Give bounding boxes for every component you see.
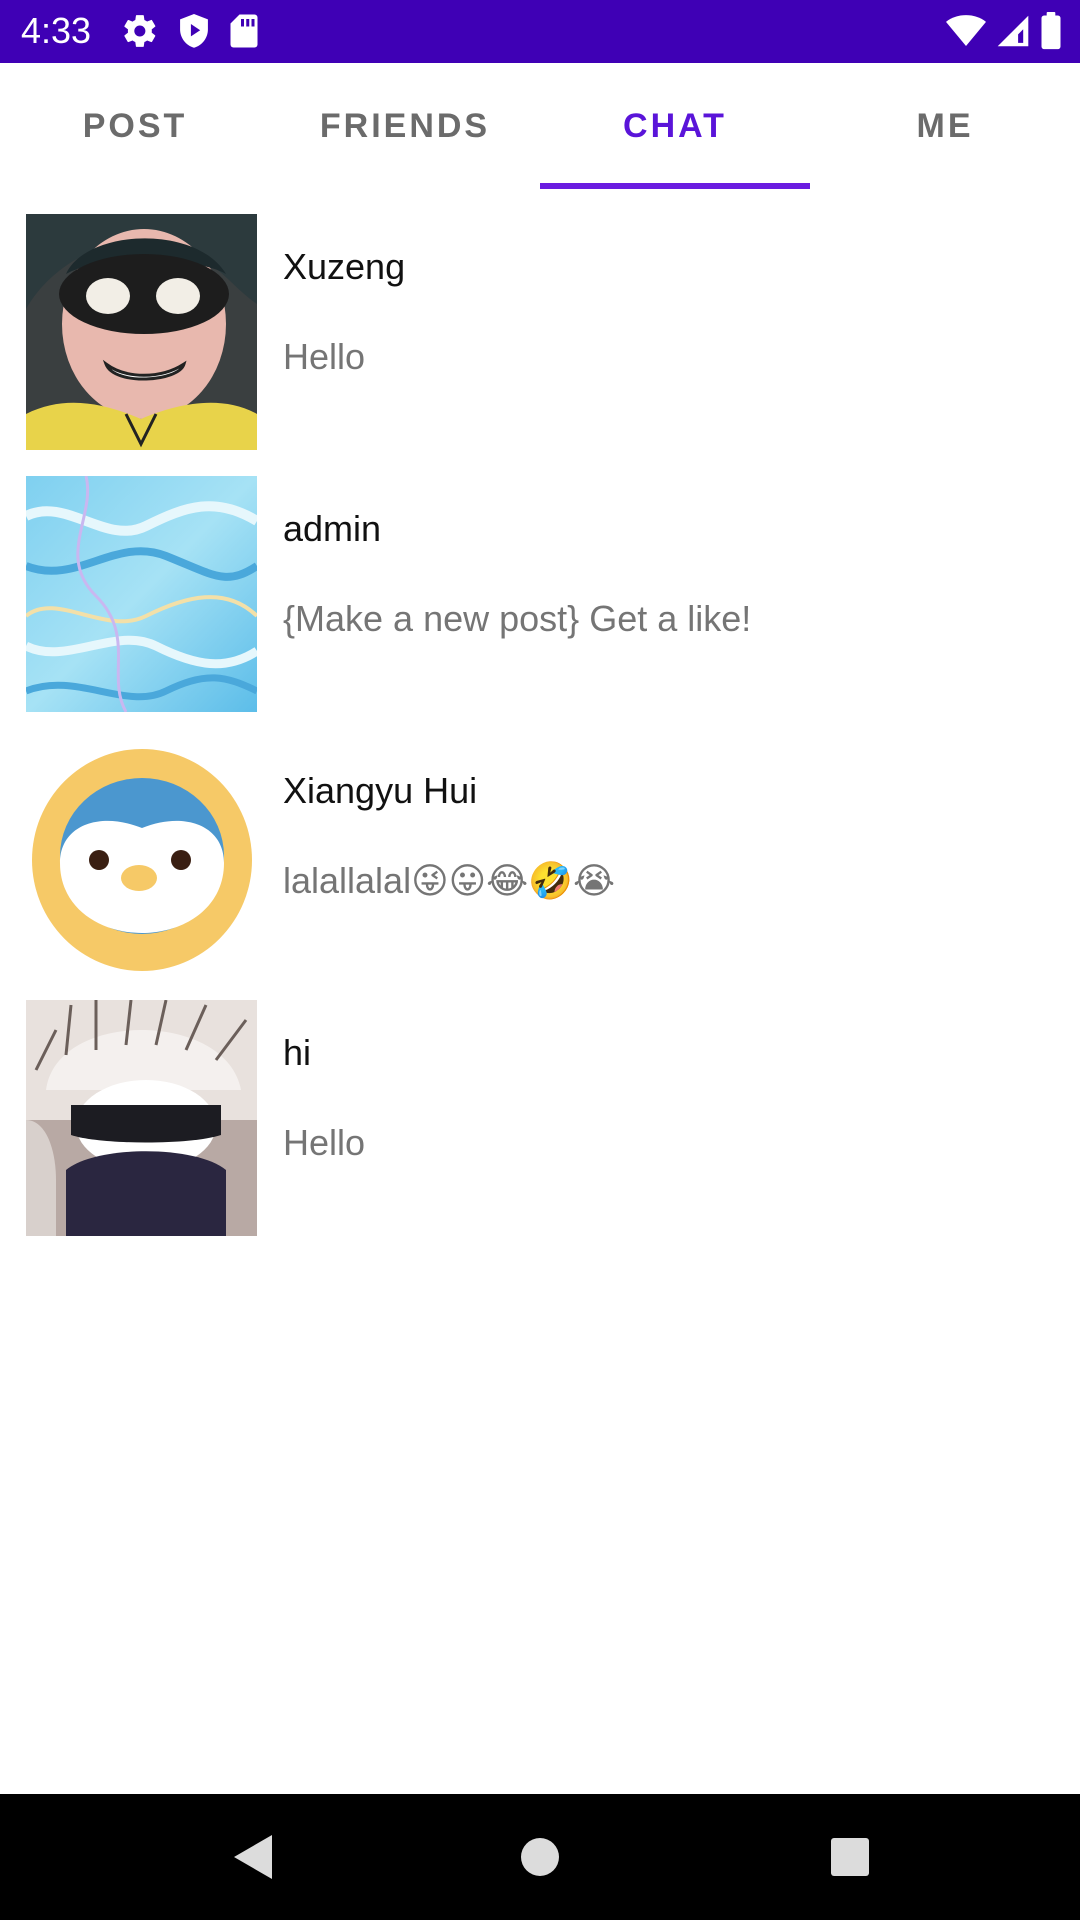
home-icon[interactable] xyxy=(507,1824,573,1890)
status-bar: 4:33 xyxy=(0,0,1080,63)
status-time: 4:33 xyxy=(21,10,92,51)
chat-last-message: lalallalal😜😛😂🤣😭 xyxy=(283,860,616,901)
chat-list-item[interactable]: admin {Make a new post} Get a like! xyxy=(0,474,1080,736)
screen: 4:33 POST FRIENDS CHAT ME Xuzeng Hello a… xyxy=(0,0,1080,1920)
penguin-avatar xyxy=(26,738,257,974)
tab-post-label: POST xyxy=(82,106,188,145)
chat-name: Xuzeng xyxy=(283,246,406,287)
navigation-bar xyxy=(0,1794,1080,1920)
chat-list: Xuzeng Hello admin {Make a new post} Get… xyxy=(0,212,1080,1260)
chat-last-message: Hello xyxy=(283,336,366,377)
chat-last-message: Hello xyxy=(283,1122,366,1163)
status-left-icons xyxy=(121,12,259,50)
cat-sunglasses-avatar xyxy=(26,1000,257,1236)
recents-icon[interactable] xyxy=(817,1824,883,1890)
tab-chat[interactable]: CHAT xyxy=(540,63,810,189)
tab-bar: POST FRIENDS CHAT ME xyxy=(0,63,1080,189)
tab-friends-label: FRIENDS xyxy=(319,106,491,145)
chat-name: Xiangyu Hui xyxy=(283,770,478,811)
chat-name: hi xyxy=(283,1032,312,1073)
chat-list-item[interactable]: Xuzeng Hello xyxy=(0,212,1080,474)
tab-me[interactable]: ME xyxy=(810,63,1080,189)
cell-signal-icon xyxy=(996,14,1030,48)
tab-me-label: ME xyxy=(916,106,974,145)
blue-marble-avatar xyxy=(26,476,257,712)
tab-active-indicator xyxy=(540,183,810,189)
chat-list-item[interactable]: Xiangyu Hui lalallalal😜😛😂🤣😭 xyxy=(0,736,1080,998)
battery-icon xyxy=(1040,12,1062,50)
status-right-icons xyxy=(946,12,1062,50)
sd-card-icon xyxy=(229,12,259,50)
wifi-icon xyxy=(946,14,986,48)
chat-list-item[interactable]: hi Hello xyxy=(0,998,1080,1260)
gear-icon xyxy=(121,12,159,50)
comic-masked-boy-avatar xyxy=(26,214,257,450)
chat-name: admin xyxy=(283,508,382,549)
tab-friends[interactable]: FRIENDS xyxy=(270,63,540,189)
tab-post[interactable]: POST xyxy=(0,63,270,189)
shield-play-icon xyxy=(177,12,211,50)
chat-last-message: {Make a new post} Get a like! xyxy=(283,598,752,639)
tab-chat-label: CHAT xyxy=(623,106,727,145)
back-icon[interactable] xyxy=(220,1824,286,1890)
